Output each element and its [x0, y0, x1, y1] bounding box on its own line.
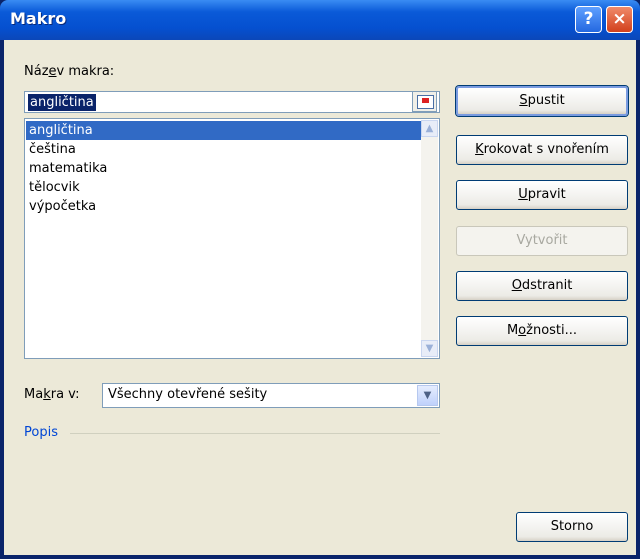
collapse-dialog-button[interactable] [412, 91, 437, 112]
options-button[interactable]: Možnosti... [456, 316, 628, 346]
macro-list[interactable]: angličtina čeština matematika tělocvik v… [24, 118, 440, 359]
macros-in-value: Všechny otevřené sešity [108, 387, 268, 402]
step-into-button[interactable]: Krokovat s vnořením [456, 135, 628, 165]
dialog-title: Makro [10, 9, 67, 28]
scroll-up-icon[interactable]: ▲ [421, 120, 438, 137]
close-icon: × [612, 9, 627, 29]
list-item[interactable]: čeština [26, 140, 421, 159]
run-button[interactable]: Spustit [456, 86, 628, 116]
help-button[interactable]: ? [575, 6, 602, 33]
chevron-down-icon[interactable]: ▼ [417, 385, 438, 406]
delete-button[interactable]: Odstranit [456, 271, 628, 301]
title-bar[interactable]: Makro ? × [0, 0, 640, 40]
list-item[interactable]: matematika [26, 159, 421, 178]
create-button: Vytvořit [456, 226, 628, 256]
list-item[interactable]: výpočetka [26, 197, 421, 216]
cancel-button[interactable]: Storno [516, 512, 628, 542]
question-icon: ? [583, 9, 594, 29]
range-select-arrow-icon [422, 98, 429, 103]
macros-in-select[interactable]: Všechny otevřené sešity ▼ [102, 383, 440, 408]
macro-name-input[interactable]: angličtina [24, 91, 440, 113]
macro-dialog: Makro ? × Název makra: angličtina anglič… [0, 0, 640, 559]
list-item[interactable]: angličtina [26, 121, 421, 140]
description-label: Popis [24, 425, 58, 440]
macro-name-value: angličtina [28, 94, 96, 111]
macro-name-label: Název makra: [24, 64, 115, 79]
description-divider [70, 433, 440, 434]
list-item[interactable]: tělocvik [26, 178, 421, 197]
scroll-down-icon[interactable]: ▼ [421, 340, 438, 357]
close-button[interactable]: × [606, 6, 633, 33]
edit-button[interactable]: Upravit [456, 180, 628, 210]
list-scrollbar[interactable]: ▲ ▼ [421, 120, 438, 357]
macros-in-label: Makra v: [24, 387, 80, 402]
